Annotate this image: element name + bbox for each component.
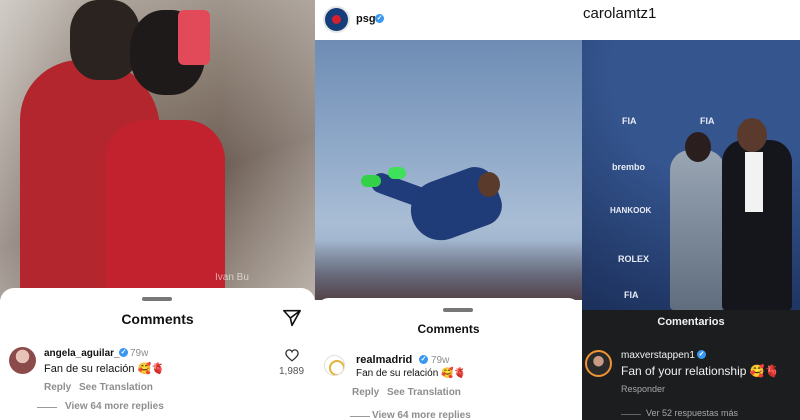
account-name[interactable]: carolamtz1 xyxy=(583,5,656,22)
post-header: carolamtz1 xyxy=(582,0,800,40)
comment-emoji: 🥰🫀 xyxy=(441,368,466,379)
comment-text: Fan of your relationship 🥰🫀 xyxy=(621,364,780,378)
post-header: psg ✓ xyxy=(315,0,582,40)
photo-woman xyxy=(105,120,225,300)
verified-badge-icon: ✓ xyxy=(697,350,706,359)
verified-badge-icon: ✓ xyxy=(375,14,384,23)
sponsor-logo: ROLEX xyxy=(618,254,650,264)
avatar[interactable] xyxy=(585,350,612,377)
realmadrid-crest-avatar[interactable] xyxy=(324,355,345,376)
photo-man-shirt xyxy=(745,152,763,212)
avatar[interactable] xyxy=(9,347,36,374)
sheet-title: Comentarios xyxy=(657,316,725,328)
photo-boot xyxy=(361,175,381,187)
photo-man-head xyxy=(737,118,767,152)
comment-emoji: 🥰🫀 xyxy=(137,363,165,375)
photo-woman xyxy=(670,150,725,310)
comments-sheet: Comments realmadrid ✓ 79w Fan de su rela… xyxy=(315,298,582,420)
replies-divider xyxy=(37,407,57,408)
sponsor-logo: brembo xyxy=(612,162,646,172)
psg-crest-avatar[interactable] xyxy=(323,6,350,33)
account-name[interactable]: psg xyxy=(356,13,376,25)
photo-boot xyxy=(388,167,406,179)
reply-button[interactable]: Reply xyxy=(352,387,379,398)
photo-watermark: Ivan Bu xyxy=(215,272,249,283)
view-more-replies-button[interactable]: View 64 more replies xyxy=(65,401,164,412)
sheet-title: Comments xyxy=(417,322,480,336)
replies-divider xyxy=(350,416,370,417)
view-more-replies-button[interactable]: Ver 52 respuestas más xyxy=(646,408,738,418)
photo-woman-head xyxy=(685,132,711,162)
verified-badge-icon: ✓ xyxy=(419,355,428,364)
verified-badge-icon: ✓ xyxy=(119,348,128,357)
photo-player-head xyxy=(478,172,500,197)
comment-username[interactable]: maxverstappen1 xyxy=(621,350,695,361)
sheet-drag-handle[interactable] xyxy=(142,297,172,301)
comments-sheet: Comentarios maxverstappen1 ✓ Fan of your… xyxy=(582,310,800,420)
comment-username[interactable]: angela_aguilar_ xyxy=(44,348,120,359)
heart-icon[interactable] xyxy=(284,348,300,362)
comment-text: Fan de su relación 🥰🫀 xyxy=(356,368,466,379)
replies-divider xyxy=(621,414,641,415)
photo-man-head xyxy=(70,0,140,80)
comment-username[interactable]: realmadrid xyxy=(356,354,412,366)
post-photo: FIA FIA brembo HANKOOK ROLEX FIA xyxy=(582,40,800,310)
comment-time: 79w xyxy=(130,348,149,359)
like-count: 1,989 xyxy=(279,366,305,377)
photo-crowd xyxy=(315,240,582,300)
see-translation-button[interactable]: See Translation xyxy=(79,382,153,393)
send-icon[interactable] xyxy=(282,309,302,327)
sponsor-logo: FIA xyxy=(624,290,639,300)
comments-sheet: Comments angela_aguilar_ ✓ 79w Fan de su… xyxy=(0,288,315,420)
sponsor-logo: FIA xyxy=(622,116,637,126)
sheet-title: Comments xyxy=(121,311,194,327)
comment-body: Fan of your relationship xyxy=(621,364,747,378)
comment-emoji: 🥰🫀 xyxy=(749,364,780,378)
sponsor-logo: FIA xyxy=(700,116,715,126)
panel-couple-post: Ivan Bu Comments angela_aguilar_ ✓ 79w F… xyxy=(0,0,315,420)
reply-button[interactable]: Reply xyxy=(44,382,71,393)
panel-psg-post: psg ✓ Comments realmadrid ✓ 79w Fan de s… xyxy=(315,0,582,420)
comment-text: Fan de su relación 🥰🫀 xyxy=(44,362,165,375)
view-more-replies-button[interactable]: View 64 more replies xyxy=(372,410,471,420)
photo-phone xyxy=(178,10,210,65)
post-photo xyxy=(315,40,582,300)
see-translation-button[interactable]: See Translation xyxy=(387,387,461,398)
comment-body: Fan de su relación xyxy=(44,363,135,375)
sheet-drag-handle[interactable] xyxy=(443,308,473,312)
sponsor-logo: HANKOOK xyxy=(610,206,652,215)
comment-time: 79w xyxy=(431,355,450,366)
reply-button[interactable]: Responder xyxy=(621,384,665,394)
post-photo: Ivan Bu xyxy=(0,0,315,300)
panel-carola-post: carolamtz1 FIA FIA brembo HANKOOK ROLEX … xyxy=(582,0,800,420)
comment-body: Fan de su relación xyxy=(356,368,439,379)
